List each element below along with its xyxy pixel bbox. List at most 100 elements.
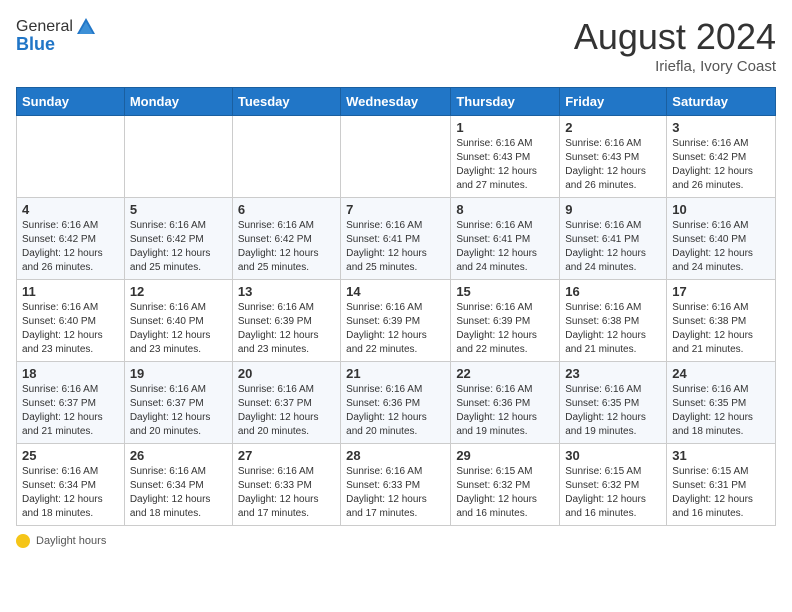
day-number: 8 bbox=[456, 202, 554, 217]
calendar-table: SundayMondayTuesdayWednesdayThursdayFrid… bbox=[16, 87, 776, 526]
calendar-title: August 2024 bbox=[574, 16, 776, 58]
footer-label: Daylight hours bbox=[36, 535, 106, 547]
day-info: Sunrise: 6:16 AMSunset: 6:36 PMDaylight:… bbox=[456, 383, 554, 439]
calendar-cell: 17 Sunrise: 6:16 AMSunset: 6:38 PMDayligh… bbox=[667, 280, 776, 362]
calendar-cell: 4 Sunrise: 6:16 AMSunset: 6:42 PMDaylight… bbox=[17, 198, 125, 280]
calendar-cell: 18Sunrise: 6:16 AMSunset: 6:37 PMDayligh… bbox=[17, 362, 125, 444]
week-row-4: 18Sunrise: 6:16 AMSunset: 6:37 PMDayligh… bbox=[17, 362, 776, 444]
calendar-cell: 27Sunrise: 6:16 AMSunset: 6:33 PMDayligh… bbox=[232, 444, 340, 526]
day-number: 31 bbox=[672, 448, 770, 463]
weekday-header-wednesday: Wednesday bbox=[341, 88, 451, 116]
day-number: 20 bbox=[238, 366, 335, 381]
logo-icon bbox=[75, 16, 97, 38]
calendar-cell: 26 Sunrise: 6:16 AMSunset: 6:34 PMDayligh… bbox=[124, 444, 232, 526]
day-info: Sunrise: 6:16 AMSunset: 6:35 PMDaylight:… bbox=[672, 383, 770, 439]
day-info: Sunrise: 6:16 AMSunset: 6:41 PMDaylight:… bbox=[456, 219, 554, 275]
day-number: 9 bbox=[565, 202, 661, 217]
day-number: 22 bbox=[456, 366, 554, 381]
logo: General Blue bbox=[16, 16, 97, 55]
calendar-cell: 30 Sunrise: 6:15 AMSunset: 6:32 PMDayligh… bbox=[560, 444, 667, 526]
day-info: Sunrise: 6:16 AMSunset: 6:41 PMDaylight:… bbox=[346, 219, 445, 275]
calendar-cell: 21Sunrise: 6:16 AMSunset: 6:36 PMDayligh… bbox=[341, 362, 451, 444]
day-number: 2 bbox=[565, 120, 661, 135]
header: General Blue August 2024 Iriefla, Ivory … bbox=[16, 16, 776, 75]
day-number: 16 bbox=[565, 284, 661, 299]
day-info: Sunrise: 6:16 AMSunset: 6:42 PMDaylight:… bbox=[672, 137, 770, 193]
weekday-header-sunday: Sunday bbox=[17, 88, 125, 116]
calendar-cell: 23Sunrise: 6:16 AMSunset: 6:35 PMDayligh… bbox=[560, 362, 667, 444]
calendar-cell: 29 Sunrise: 6:15 AMSunset: 6:32 PMDayligh… bbox=[451, 444, 560, 526]
day-number: 26 bbox=[130, 448, 227, 463]
day-number: 11 bbox=[22, 284, 119, 299]
calendar-subtitle: Iriefla, Ivory Coast bbox=[574, 58, 776, 75]
day-number: 4 bbox=[22, 202, 119, 217]
calendar-cell: 15 Sunrise: 6:16 AMSunset: 6:39 PMDayligh… bbox=[451, 280, 560, 362]
calendar-cell: 24 Sunrise: 6:16 AMSunset: 6:35 PMDayligh… bbox=[667, 362, 776, 444]
calendar-cell: 1Sunrise: 6:16 AMSunset: 6:43 PMDaylight… bbox=[451, 116, 560, 198]
weekday-header-thursday: Thursday bbox=[451, 88, 560, 116]
day-number: 19 bbox=[130, 366, 227, 381]
calendar-cell: 10Sunrise: 6:16 AMSunset: 6:40 PMDayligh… bbox=[667, 198, 776, 280]
calendar-cell bbox=[124, 116, 232, 198]
calendar-cell: 13 Sunrise: 6:16 AMSunset: 6:39 PMDayligh… bbox=[232, 280, 340, 362]
day-number: 6 bbox=[238, 202, 335, 217]
day-number: 25 bbox=[22, 448, 119, 463]
day-info: Sunrise: 6:16 AMSunset: 6:34 PMDaylight:… bbox=[130, 465, 227, 521]
sun-icon bbox=[16, 534, 30, 548]
day-number: 13 bbox=[238, 284, 335, 299]
calendar-cell: 9 Sunrise: 6:16 AMSunset: 6:41 PMDaylight… bbox=[560, 198, 667, 280]
day-info: Sunrise: 6:15 AMSunset: 6:31 PMDaylight:… bbox=[672, 465, 770, 521]
calendar-cell bbox=[232, 116, 340, 198]
day-number: 15 bbox=[456, 284, 554, 299]
day-number: 29 bbox=[456, 448, 554, 463]
day-number: 5 bbox=[130, 202, 227, 217]
calendar-cell: 6Sunrise: 6:16 AMSunset: 6:42 PMDaylight… bbox=[232, 198, 340, 280]
calendar-cell: 11Sunrise: 6:16 AMSunset: 6:40 PMDayligh… bbox=[17, 280, 125, 362]
calendar-cell: 2 Sunrise: 6:16 AMSunset: 6:43 PMDaylight… bbox=[560, 116, 667, 198]
calendar-cell: 22 Sunrise: 6:16 AMSunset: 6:36 PMDayligh… bbox=[451, 362, 560, 444]
weekday-header-row: SundayMondayTuesdayWednesdayThursdayFrid… bbox=[17, 88, 776, 116]
calendar-cell: 19Sunrise: 6:16 AMSunset: 6:37 PMDayligh… bbox=[124, 362, 232, 444]
calendar-cell bbox=[17, 116, 125, 198]
day-number: 7 bbox=[346, 202, 445, 217]
calendar-cell bbox=[341, 116, 451, 198]
day-info: Sunrise: 6:16 AMSunset: 6:41 PMDaylight:… bbox=[565, 219, 661, 275]
day-number: 24 bbox=[672, 366, 770, 381]
calendar-cell: 8 Sunrise: 6:16 AMSunset: 6:41 PMDaylight… bbox=[451, 198, 560, 280]
day-info: Sunrise: 6:16 AMSunset: 6:39 PMDaylight:… bbox=[238, 301, 335, 357]
day-number: 30 bbox=[565, 448, 661, 463]
week-row-3: 11 Sunrise: 6:16 AMSunset: 6:40 PMDayligh… bbox=[17, 280, 776, 362]
day-info: Sunrise: 6:16 AMSunset: 6:43 PMDaylight:… bbox=[565, 137, 661, 193]
title-block: August 2024 Iriefla, Ivory Coast bbox=[574, 16, 776, 75]
calendar-cell: 16 Sunrise: 6:16 AMSunset: 6:38 PMDayligh… bbox=[560, 280, 667, 362]
day-info: Sunrise: 6:15 AMSunset: 6:32 PMDaylight:… bbox=[565, 465, 661, 521]
weekday-header-tuesday: Tuesday bbox=[232, 88, 340, 116]
week-row-2: 4 Sunrise: 6:16 AMSunset: 6:42 PMDaylight… bbox=[17, 198, 776, 280]
day-info: Sunrise: 6:16 AMSunset: 6:42 PMDaylight:… bbox=[22, 219, 119, 275]
day-info: Sunrise: 6:16 AMSunset: 6:33 PMDaylight:… bbox=[346, 465, 445, 521]
day-number: 3 bbox=[672, 120, 770, 135]
day-number: 17 bbox=[672, 284, 770, 299]
day-info: Sunrise: 6:16 AMSunset: 6:34 PMDaylight:… bbox=[22, 465, 119, 521]
day-info: Sunrise: 6:16 AMSunset: 6:35 PMDaylight:… bbox=[565, 383, 661, 439]
day-info: Sunrise: 6:15 AMSunset: 6:32 PMDaylight:… bbox=[456, 465, 554, 521]
calendar-cell: 5 Sunrise: 6:16 AMSunset: 6:42 PMDaylight… bbox=[124, 198, 232, 280]
footer-note: Daylight hours bbox=[16, 534, 776, 548]
calendar-cell: 20 Sunrise: 6:16 AMSunset: 6:37 PMDayligh… bbox=[232, 362, 340, 444]
weekday-header-saturday: Saturday bbox=[667, 88, 776, 116]
calendar-cell: 25 Sunrise: 6:16 AMSunset: 6:34 PMDayligh… bbox=[17, 444, 125, 526]
weekday-header-monday: Monday bbox=[124, 88, 232, 116]
day-info: Sunrise: 6:16 AMSunset: 6:37 PMDaylight:… bbox=[238, 383, 335, 439]
day-info: Sunrise: 6:16 AMSunset: 6:38 PMDaylight:… bbox=[672, 301, 770, 357]
day-info: Sunrise: 6:16 AMSunset: 6:39 PMDaylight:… bbox=[346, 301, 445, 357]
day-info: Sunrise: 6:16 AMSunset: 6:39 PMDaylight:… bbox=[456, 301, 554, 357]
week-row-5: 25 Sunrise: 6:16 AMSunset: 6:34 PMDayligh… bbox=[17, 444, 776, 526]
day-info: Sunrise: 6:16 AMSunset: 6:40 PMDaylight:… bbox=[130, 301, 227, 357]
day-number: 21 bbox=[346, 366, 445, 381]
day-number: 14 bbox=[346, 284, 445, 299]
day-number: 1 bbox=[456, 120, 554, 135]
day-info: Sunrise: 6:16 AMSunset: 6:33 PMDaylight:… bbox=[238, 465, 335, 521]
day-info: Sunrise: 6:16 AMSunset: 6:42 PMDaylight:… bbox=[130, 219, 227, 275]
day-number: 10 bbox=[672, 202, 770, 217]
day-info: Sunrise: 6:16 AMSunset: 6:38 PMDaylight:… bbox=[565, 301, 661, 357]
